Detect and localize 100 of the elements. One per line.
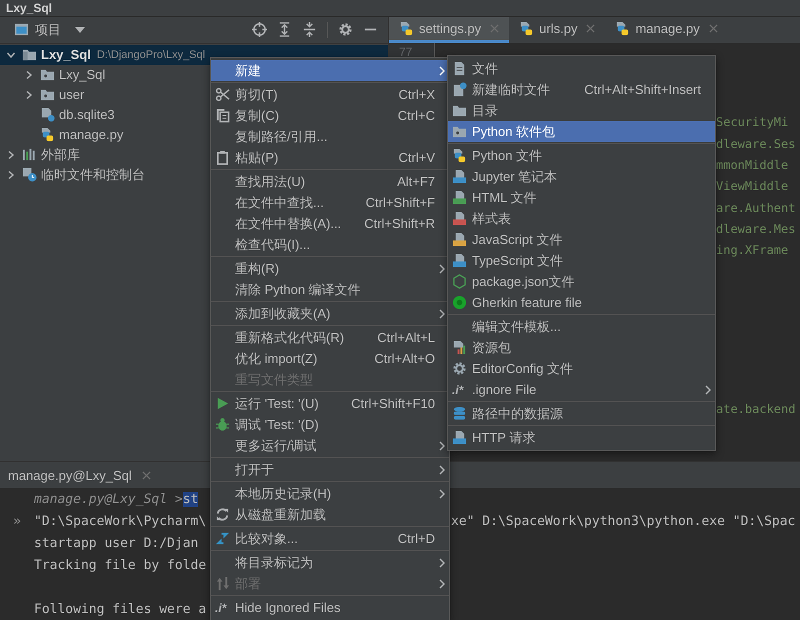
project-view-dropdown[interactable]: 项目 <box>14 20 85 39</box>
menu-item[interactable]: 运行 'Test: '(U) Ctrl+Shift+F10 <box>211 393 449 414</box>
wrap-marker: » <box>13 514 21 528</box>
collapse-all-icon[interactable] <box>302 22 317 38</box>
file-type-icon <box>452 253 467 268</box>
editor-tab[interactable]: urls.py <box>509 16 606 43</box>
tree-item-label: manage.py <box>59 127 124 142</box>
menu-item[interactable]: 查找用法(U) Alt+F7 <box>211 171 449 192</box>
settings-icon[interactable] <box>338 22 353 38</box>
shortcut-label: Ctrl+Alt+Shift+Insert <box>584 82 701 97</box>
copy-icon <box>215 108 230 123</box>
shortcut-label: Ctrl+C <box>398 108 435 123</box>
menu-item[interactable]: 在文件中查找... Ctrl+Shift+F <box>211 192 449 213</box>
window-icon <box>14 22 29 38</box>
folder-icon <box>22 47 37 62</box>
menu-item[interactable]: 新建临时文件 Ctrl+Alt+Shift+Insert <box>448 79 715 100</box>
package-folder-icon <box>40 87 55 102</box>
menu-item[interactable]: 将目录标记为 <box>211 552 449 573</box>
menu-item[interactable]: .i* .ignore File <box>448 379 715 400</box>
editor-tab[interactable]: settings.py <box>389 16 510 43</box>
tree-item-label: 外部库 <box>41 146 80 164</box>
console-output: Tracking file by folde <box>34 558 206 572</box>
menu-item[interactable]: 样式表 <box>448 208 715 229</box>
chevron-right-icon[interactable] <box>6 150 16 160</box>
folder-icon <box>452 103 467 118</box>
menu-item[interactable]: 路径中的数据源 <box>448 403 715 424</box>
tree-item-label: user <box>59 87 84 102</box>
menu-item[interactable]: 文件 <box>448 58 715 79</box>
ignore-file-icon: .i* <box>215 600 226 614</box>
chevron-right-icon[interactable] <box>24 70 34 80</box>
menu-item[interactable]: 资源包 <box>448 337 715 358</box>
menu-item[interactable]: 添加到收藏夹(A) <box>211 303 449 324</box>
menu-item[interactable]: 从磁盘重新加载 <box>211 504 449 525</box>
menu-item[interactable]: 检查代码(I)... <box>211 234 449 255</box>
database-icon <box>452 406 467 421</box>
menu-item[interactable]: 优化 import(Z) Ctrl+Alt+O <box>211 348 449 369</box>
menu-item[interactable]: 重构(R) <box>211 258 449 279</box>
python-file-icon <box>399 20 414 36</box>
menu-item[interactable]: TypeScript 文件 <box>448 250 715 271</box>
tree-item-label: Lxy_Sql <box>41 47 91 62</box>
menu-item[interactable]: package.json文件 <box>448 271 715 292</box>
menu-item[interactable]: 在文件中替换(A)... Ctrl+Shift+R <box>211 213 449 234</box>
shortcut-label: Ctrl+Shift+F <box>366 195 435 210</box>
menu-item[interactable]: HTTP 请求 <box>448 427 715 448</box>
shortcut-label: Ctrl+Alt+L <box>377 330 435 345</box>
shortcut-label: Alt+F7 <box>397 174 435 189</box>
menu-item[interactable]: 编辑文件模板... <box>448 316 715 337</box>
menu-item[interactable]: 复制(C) Ctrl+C <box>211 105 449 126</box>
menu-item[interactable]: JavaScript 文件 <box>448 229 715 250</box>
menu-item[interactable]: .i* Hide Ignored Files <box>211 597 449 618</box>
clipboard-icon <box>215 150 230 165</box>
unknown-file-icon <box>40 107 55 122</box>
menu-item[interactable]: 打开于 <box>211 459 449 480</box>
console-command: st <box>182 492 198 506</box>
menu-item[interactable]: 比较对象... Ctrl+D <box>211 528 449 549</box>
chevron-right-icon[interactable] <box>24 90 34 100</box>
menu-item[interactable]: Python 文件 <box>448 145 715 166</box>
shortcut-label: Ctrl+Alt+O <box>374 351 435 366</box>
ignore-file-icon: .i* <box>452 382 464 396</box>
chevron-right-icon[interactable] <box>6 170 16 180</box>
tab-label: urls.py <box>539 20 578 36</box>
menu-item[interactable]: 清除 Python 编译文件 <box>211 279 449 300</box>
menu-item[interactable]: EditorConfig 文件 <box>448 358 715 379</box>
code-line: dleware.Ses <box>716 136 796 151</box>
path-hint: D:\DjangoPro\Lxy_Sql <box>96 48 206 61</box>
console-output: Following files were a <box>34 602 206 616</box>
menu-item[interactable]: Jupyter 笔记本 <box>448 166 715 187</box>
package-folder-icon <box>452 124 467 139</box>
menu-item[interactable]: 目录 <box>448 100 715 121</box>
locate-icon[interactable] <box>252 22 267 38</box>
cucumber-icon <box>452 295 467 310</box>
menu-item[interactable]: 剪切(T) Ctrl+X <box>211 84 449 105</box>
file-icon <box>452 61 467 76</box>
compare-arrows-icon <box>215 531 230 546</box>
menu-item[interactable]: 新建 <box>211 60 449 81</box>
code-line: are.Authent <box>716 200 796 215</box>
hexagon-icon <box>452 274 467 289</box>
scratch-file-icon <box>22 167 37 182</box>
tree-item-label: db.sqlite3 <box>59 107 115 122</box>
menu-item[interactable]: HTML 文件 <box>448 187 715 208</box>
file-type-icon <box>452 190 467 205</box>
tab-label: manage.py <box>635 20 700 36</box>
menu-item[interactable]: Python 软件包 <box>448 121 715 142</box>
console-prompt: manage.py@Lxy_Sql > <box>34 492 183 506</box>
menu-item[interactable]: 更多运行/调试 <box>211 435 449 456</box>
settings-icon <box>452 361 467 376</box>
menu-item[interactable]: 复制路径/引用... <box>211 126 449 147</box>
shortcut-label: Ctrl+Shift+F10 <box>351 396 435 411</box>
editor-tab[interactable]: manage.py <box>605 16 728 43</box>
code-line: dleware.Mes <box>716 222 796 236</box>
expand-all-icon[interactable] <box>277 22 292 38</box>
code-line: ViewMiddle <box>716 179 788 194</box>
menu-item[interactable]: 调试 'Test: '(D) <box>211 414 449 435</box>
menu-item[interactable]: 本地历史记录(H) <box>211 483 449 504</box>
file-type-icon <box>452 169 467 184</box>
file-type-icon <box>452 211 467 226</box>
menu-item[interactable]: 粘贴(P) Ctrl+V <box>211 147 449 168</box>
menu-item[interactable]: Gherkin feature file <box>448 292 715 313</box>
tab-label: settings.py <box>419 20 482 36</box>
menu-item[interactable]: 重新格式化代码(R) Ctrl+Alt+L <box>211 327 449 348</box>
